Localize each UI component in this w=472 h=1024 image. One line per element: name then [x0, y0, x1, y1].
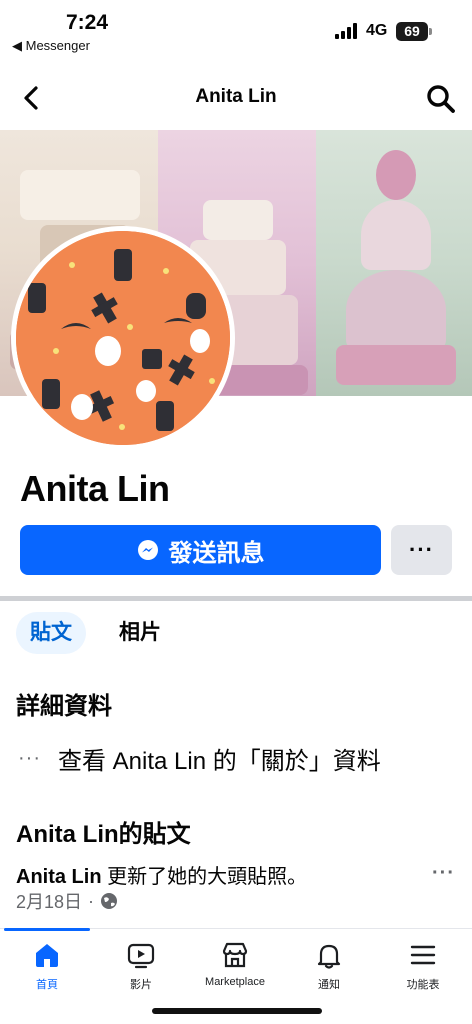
post-more-button[interactable]: ···	[432, 862, 455, 885]
post-author[interactable]: Anita Lin	[16, 866, 102, 888]
post-headline[interactable]: Anita Lin 更新了她的大頭貼照。	[16, 860, 307, 889]
nav-notifications[interactable]: 通知	[284, 940, 374, 1000]
messenger-icon	[137, 540, 158, 560]
marketplace-icon	[222, 942, 248, 968]
globe-icon	[101, 893, 118, 909]
send-message-button[interactable]: 發送訊息	[20, 525, 381, 575]
nav-notifications-label: 通知	[318, 979, 340, 991]
posts-heading: Anita Lin的貼文	[16, 821, 191, 848]
more-options-button[interactable]: ···	[391, 525, 452, 575]
back-to-messenger[interactable]: ◀ Messenger	[12, 38, 90, 54]
about-link-label: 查看 Anita Lin 的「關於」資料	[58, 748, 381, 775]
nav-video-label: 影片	[130, 979, 152, 991]
meta-separator: ·	[88, 890, 95, 911]
about-link[interactable]: ··· 查看 Anita Lin 的「關於」資料	[18, 741, 381, 776]
profile-name: Anita Lin	[20, 468, 170, 509]
battery-tip	[429, 28, 432, 35]
post-date[interactable]: 2月18日	[16, 888, 82, 914]
dots-icon: ···	[18, 747, 41, 769]
status-bar: 7:24 ◀ Messenger 4G 69	[0, 0, 472, 58]
details-heading: 詳細資料	[16, 693, 112, 720]
bell-icon	[317, 944, 341, 969]
nav-menu[interactable]: 功能表	[378, 940, 468, 1000]
section-divider	[0, 596, 472, 601]
avatar-halloween-pattern	[16, 231, 230, 445]
search-icon[interactable]	[424, 82, 458, 116]
nav-home[interactable]: 首頁	[2, 940, 92, 1000]
nav-video[interactable]: 影片	[96, 940, 186, 1000]
top-header: Anita Lin	[0, 70, 472, 124]
nav-home-label: 首頁	[36, 979, 58, 991]
video-icon	[127, 943, 155, 969]
home-indicator	[152, 1008, 322, 1014]
signal-icon	[335, 23, 357, 39]
nav-marketplace-label: Marketplace	[205, 976, 265, 988]
send-message-label: 發送訊息	[168, 539, 265, 567]
status-time: 7:24	[66, 11, 109, 34]
cover-panel-right	[316, 130, 472, 396]
nav-marketplace[interactable]: Marketplace	[190, 940, 280, 1000]
menu-icon	[410, 945, 436, 965]
post-meta: 2月18日 ·	[16, 888, 118, 914]
page-title: Anita Lin	[195, 86, 277, 107]
network-type: 4G	[366, 22, 388, 39]
tab-photos[interactable]: 相片	[105, 612, 175, 654]
nav-menu-label: 功能表	[406, 979, 440, 991]
active-tab-indicator	[4, 928, 90, 931]
profile-avatar[interactable]	[11, 226, 235, 450]
home-icon	[36, 944, 58, 967]
post-action: 更新了她的大頭貼照。	[101, 866, 308, 888]
battery-icon: 69	[396, 22, 428, 41]
tab-posts[interactable]: 貼文	[16, 612, 86, 654]
